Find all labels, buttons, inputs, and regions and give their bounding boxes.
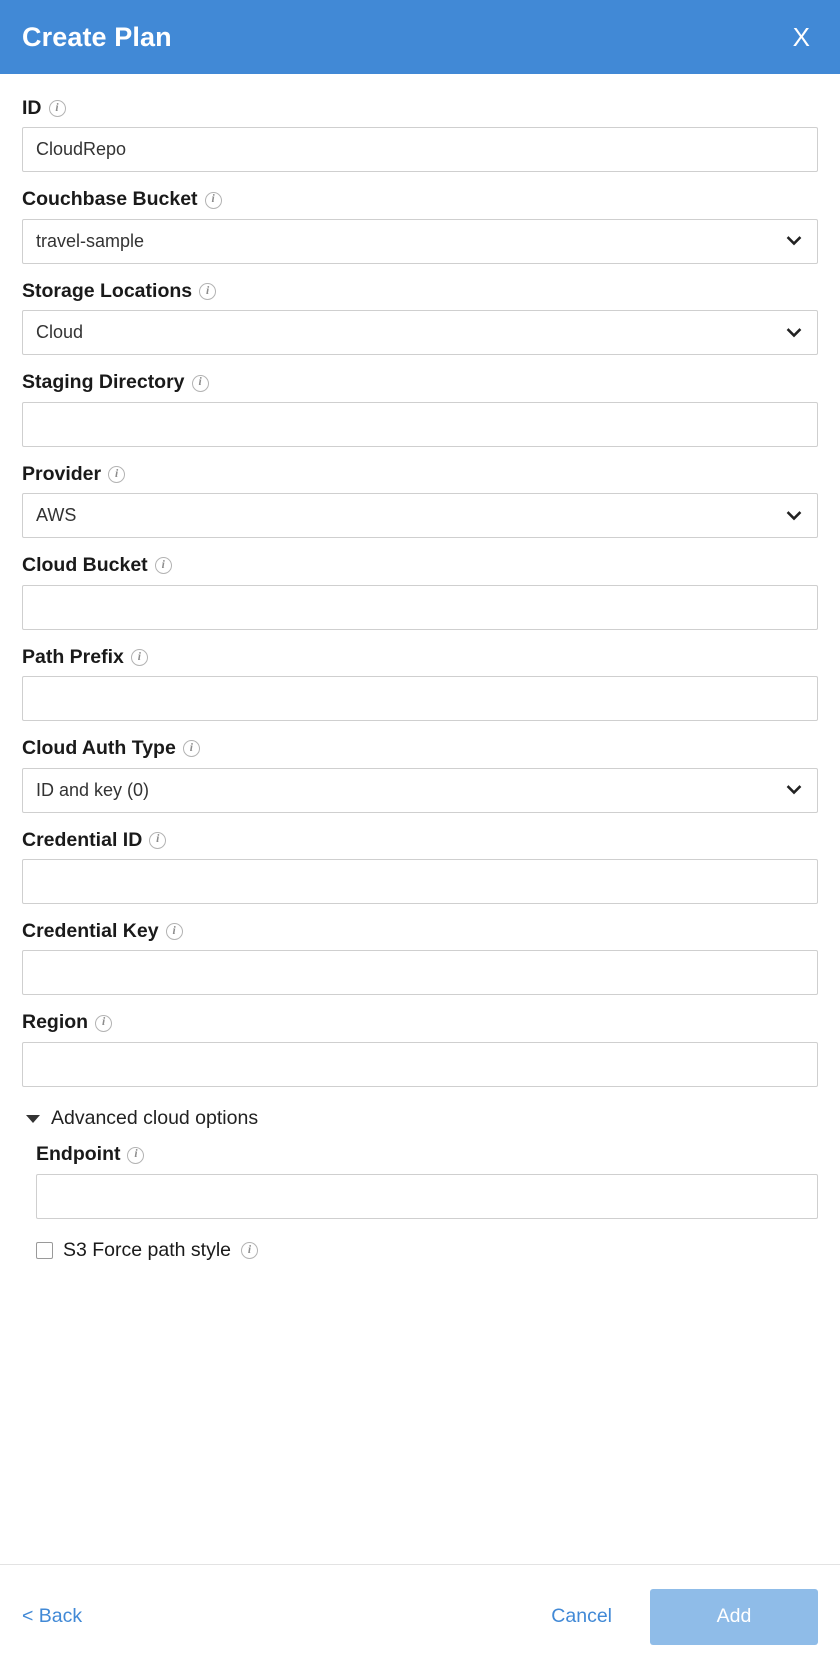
- field-id: ID i CloudRepo: [22, 98, 818, 172]
- label-id: ID i: [22, 98, 818, 119]
- field-credential-id: Credential ID i: [22, 830, 818, 904]
- label-couchbase-bucket-text: Couchbase Bucket: [22, 189, 198, 210]
- info-icon[interactable]: i: [166, 923, 183, 940]
- dialog-footer: < Back Cancel Add: [0, 1564, 840, 1668]
- cloud-bucket-input[interactable]: [22, 585, 818, 630]
- staging-directory-input[interactable]: [22, 402, 818, 447]
- label-provider-text: Provider: [22, 464, 101, 485]
- label-provider: Provider i: [22, 464, 818, 485]
- field-credential-key: Credential Key i: [22, 921, 818, 995]
- chevron-down-icon: [786, 508, 802, 524]
- field-region: Region i: [22, 1012, 818, 1086]
- provider-select[interactable]: AWS: [22, 493, 818, 538]
- info-icon[interactable]: i: [95, 1015, 112, 1032]
- close-icon[interactable]: X: [787, 22, 816, 52]
- info-icon[interactable]: i: [155, 557, 172, 574]
- label-region-text: Region: [22, 1012, 88, 1033]
- chevron-down-icon: [786, 325, 802, 341]
- chevron-down-icon: [786, 233, 802, 249]
- footer-left: < Back: [22, 1607, 551, 1627]
- info-icon[interactable]: i: [241, 1242, 258, 1259]
- cloud-auth-type-select[interactable]: ID and key (0): [22, 768, 818, 813]
- label-credential-key: Credential Key i: [22, 921, 818, 942]
- label-credential-id-text: Credential ID: [22, 830, 142, 851]
- create-plan-dialog: Create Plan X ID i CloudRepo Couchbase B…: [0, 0, 840, 1668]
- chevron-down-icon: [786, 782, 802, 798]
- label-path-prefix-text: Path Prefix: [22, 647, 124, 668]
- label-cloud-bucket: Cloud Bucket i: [22, 555, 818, 576]
- provider-value: AWS: [36, 505, 76, 526]
- add-button[interactable]: Add: [650, 1589, 818, 1645]
- storage-locations-select[interactable]: Cloud: [22, 310, 818, 355]
- advanced-cloud-options-label: Advanced cloud options: [51, 1109, 258, 1129]
- advanced-cloud-options-toggle[interactable]: Advanced cloud options: [26, 1109, 818, 1129]
- label-credential-id: Credential ID i: [22, 830, 818, 851]
- label-cloud-auth-type: Cloud Auth Type i: [22, 738, 818, 759]
- label-path-prefix: Path Prefix i: [22, 647, 818, 668]
- label-region: Region i: [22, 1012, 818, 1033]
- dialog-body: ID i CloudRepo Couchbase Bucket i travel…: [0, 74, 840, 1564]
- couchbase-bucket-select[interactable]: travel-sample: [22, 219, 818, 264]
- caret-down-icon: [26, 1115, 40, 1123]
- id-input[interactable]: CloudRepo: [22, 127, 818, 172]
- label-storage-locations: Storage Locations i: [22, 281, 818, 302]
- field-path-prefix: Path Prefix i: [22, 647, 818, 721]
- label-endpoint-text: Endpoint: [36, 1144, 120, 1165]
- storage-locations-value: Cloud: [36, 322, 83, 343]
- cloud-auth-type-value: ID and key (0): [36, 780, 149, 801]
- field-cloud-bucket: Cloud Bucket i: [22, 555, 818, 629]
- label-staging-directory-text: Staging Directory: [22, 372, 185, 393]
- info-icon[interactable]: i: [127, 1147, 144, 1164]
- info-icon[interactable]: i: [108, 466, 125, 483]
- dialog-header: Create Plan X: [0, 0, 840, 74]
- label-cloud-auth-type-text: Cloud Auth Type: [22, 738, 176, 759]
- info-icon[interactable]: i: [131, 649, 148, 666]
- back-button[interactable]: < Back: [22, 1607, 82, 1627]
- dialog-title: Create Plan: [22, 24, 172, 51]
- couchbase-bucket-value: travel-sample: [36, 231, 144, 252]
- credential-key-input[interactable]: [22, 950, 818, 995]
- label-cloud-bucket-text: Cloud Bucket: [22, 555, 148, 576]
- label-couchbase-bucket: Couchbase Bucket i: [22, 189, 818, 210]
- cancel-button[interactable]: Cancel: [551, 1607, 612, 1627]
- field-provider: Provider i AWS: [22, 464, 818, 538]
- field-endpoint: Endpoint i: [36, 1144, 818, 1218]
- s3-force-path-style-row[interactable]: S3 Force path style i: [36, 1241, 818, 1261]
- info-icon[interactable]: i: [49, 100, 66, 117]
- label-staging-directory: Staging Directory i: [22, 372, 818, 393]
- endpoint-input[interactable]: [36, 1174, 818, 1219]
- info-icon[interactable]: i: [199, 283, 216, 300]
- label-endpoint: Endpoint i: [36, 1144, 818, 1165]
- label-id-text: ID: [22, 98, 42, 119]
- field-cloud-auth-type: Cloud Auth Type i ID and key (0): [22, 738, 818, 812]
- label-credential-key-text: Credential Key: [22, 921, 159, 942]
- info-icon[interactable]: i: [149, 832, 166, 849]
- region-input[interactable]: [22, 1042, 818, 1087]
- s3-force-path-style-checkbox[interactable]: [36, 1242, 53, 1259]
- footer-right: Cancel Add: [551, 1589, 818, 1645]
- path-prefix-input[interactable]: [22, 676, 818, 721]
- s3-force-path-style-label: S3 Force path style: [63, 1241, 231, 1261]
- field-couchbase-bucket: Couchbase Bucket i travel-sample: [22, 189, 818, 263]
- info-icon[interactable]: i: [205, 192, 222, 209]
- field-storage-locations: Storage Locations i Cloud: [22, 281, 818, 355]
- label-storage-locations-text: Storage Locations: [22, 281, 192, 302]
- credential-id-input[interactable]: [22, 859, 818, 904]
- info-icon[interactable]: i: [192, 375, 209, 392]
- info-icon[interactable]: i: [183, 740, 200, 757]
- field-staging-directory: Staging Directory i: [22, 372, 818, 446]
